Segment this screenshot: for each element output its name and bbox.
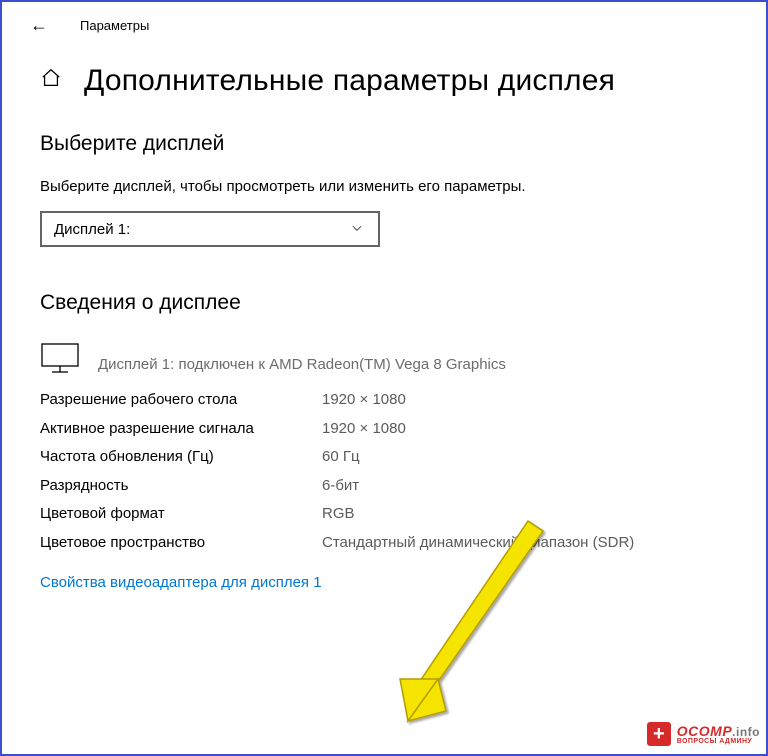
info-label: Разрешение рабочего стола	[40, 389, 322, 412]
info-label: Активное разрешение сигнала	[40, 418, 322, 441]
info-row-bitdepth: Разрядность 6-бит	[40, 475, 728, 498]
info-row-colorformat: Цветовой формат RGB	[40, 503, 728, 526]
info-label: Цветовой формат	[40, 503, 322, 526]
titlebar: ← Параметры	[2, 2, 766, 42]
select-display-description: Выберите дисплей, чтобы просмотреть или …	[40, 176, 728, 197]
info-value: 6-бит	[322, 475, 728, 498]
info-value: RGB	[322, 503, 728, 526]
watermark-text: OCOMP.info ВОПРОСЫ АДМИНУ	[677, 724, 760, 745]
monitor-icon	[40, 341, 80, 375]
info-label: Частота обновления (Гц)	[40, 446, 322, 469]
info-value: Стандартный динамический диапазон (SDR)	[322, 532, 728, 555]
adapter-properties-link[interactable]: Свойства видеоадаптера для дисплея 1	[40, 574, 322, 591]
info-value: 1920 × 1080	[322, 418, 728, 441]
display-info-heading: Сведения о дисплее	[40, 291, 728, 315]
info-row-active-signal: Активное разрешение сигнала 1920 × 1080	[40, 418, 728, 441]
back-icon[interactable]: ←	[30, 16, 48, 34]
info-row-colorspace: Цветовое пространство Стандартный динами…	[40, 532, 728, 555]
info-row-resolution: Разрешение рабочего стола 1920 × 1080	[40, 389, 728, 412]
info-row-refresh: Частота обновления (Гц) 60 Гц	[40, 446, 728, 469]
watermark-tagline: ВОПРОСЫ АДМИНУ	[677, 738, 760, 745]
home-icon[interactable]	[40, 67, 62, 95]
plus-icon: +	[653, 724, 665, 744]
watermark-site: OCOMP	[677, 723, 732, 739]
chevron-down-icon	[350, 221, 364, 238]
monitor-connection-row: Дисплей 1: подключен к AMD Radeon(TM) Ve…	[40, 341, 728, 375]
display-dropdown[interactable]: Дисплей 1:	[40, 211, 380, 247]
info-label: Разрядность	[40, 475, 322, 498]
page-header: Дополнительные параметры дисплея	[40, 64, 728, 98]
page-title: Дополнительные параметры дисплея	[84, 64, 615, 98]
monitor-connection-text: Дисплей 1: подключен к AMD Radeon(TM) Ve…	[98, 356, 506, 375]
watermark: + OCOMP.info ВОПРОСЫ АДМИНУ	[645, 720, 760, 748]
watermark-tld: .info	[732, 725, 760, 739]
info-value: 1920 × 1080	[322, 389, 728, 412]
select-display-heading: Выберите дисплей	[40, 132, 728, 156]
watermark-badge: +	[645, 720, 673, 748]
app-title: Параметры	[80, 18, 149, 33]
settings-window: ← Параметры Дополнительные параметры дис…	[0, 0, 768, 756]
content-area: Дополнительные параметры дисплея Выберит…	[2, 42, 766, 592]
display-dropdown-value: Дисплей 1:	[54, 221, 130, 238]
info-value: 60 Гц	[322, 446, 728, 469]
info-label: Цветовое пространство	[40, 532, 322, 555]
